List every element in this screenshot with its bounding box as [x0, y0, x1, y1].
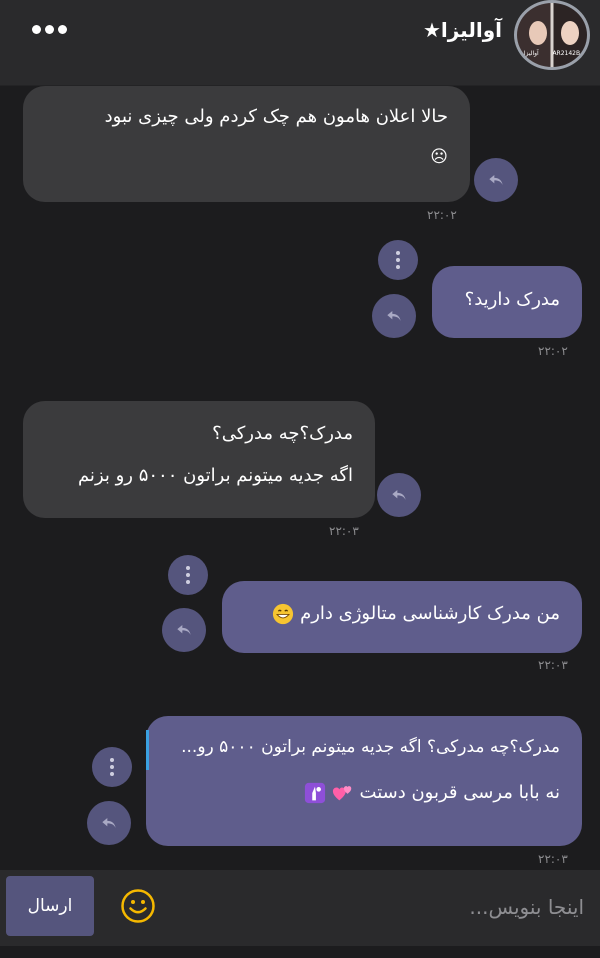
- message-outgoing-2[interactable]: مدرک دارید؟: [432, 266, 582, 338]
- avatar-face-right: [561, 21, 579, 45]
- prayer-emoji-icon: [304, 782, 326, 804]
- message-text: مدرک؟چه مدرکی؟: [212, 423, 353, 444]
- avatar-caption-left: آوالیزا: [523, 50, 539, 57]
- message-line: من مدرک کارشناسی متالوژی دارم: [244, 603, 560, 625]
- message-text: ☹: [430, 147, 448, 167]
- quote-indicator: [146, 730, 149, 770]
- message-outgoing-4[interactable]: من مدرک کارشناسی متالوژی دارم: [222, 581, 582, 653]
- grin-emoji-icon: [273, 603, 294, 625]
- hearts-emoji-icon: [332, 786, 352, 801]
- message-composer: ارسال: [0, 870, 600, 946]
- message-outgoing-5[interactable]: مدرک؟چه مدرکی؟ اگه جدیه میتونم براتون ۵۰…: [146, 716, 582, 846]
- more-options-icon[interactable]: [32, 22, 72, 36]
- reply-icon[interactable]: [474, 158, 518, 202]
- message-text: اگه جدیه میتونم براتون ۵۰۰۰ رو بزنم: [77, 465, 353, 486]
- message-time: ۲۲:۰۳: [538, 852, 568, 866]
- message-text: مدرک دارید؟: [464, 289, 560, 310]
- message-line: نه بابا مرسی قربون دستت: [168, 782, 560, 804]
- message-input[interactable]: [170, 884, 590, 930]
- quoted-message-text[interactable]: مدرک؟چه مدرکی؟ اگه جدیه میتونم براتون ۵۰…: [168, 736, 560, 758]
- message-time: ۲۲:۰۲: [538, 344, 568, 358]
- message-text: حالا اعلان هامون هم چک کردم ولی چیزی نبو…: [104, 106, 448, 127]
- send-button[interactable]: ارسال: [6, 876, 94, 936]
- message-incoming-3[interactable]: مدرک؟چه مدرکی؟ اگه جدیه میتونم براتون ۵۰…: [23, 401, 375, 518]
- message-text: من مدرک کارشناسی متالوژی دارم: [300, 603, 560, 624]
- reply-icon[interactable]: [162, 608, 206, 652]
- avatar[interactable]: آوالیزا AR2142B: [514, 0, 590, 70]
- message-time: ۲۲:۰۳: [329, 524, 359, 538]
- avatar-face-left: [529, 21, 547, 45]
- message-text: نه بابا مرسی قربون دستت: [359, 782, 560, 803]
- message-menu-icon[interactable]: [378, 240, 418, 280]
- reply-icon[interactable]: [372, 294, 416, 338]
- chat-header: آوالیزا★ آوالیزا AR2142B: [0, 0, 600, 86]
- avatar-caption: آوالیزا AR2142B: [517, 50, 587, 57]
- reply-icon[interactable]: [87, 801, 131, 845]
- smiley-emoji-icon[interactable]: [120, 888, 156, 924]
- message-menu-icon[interactable]: [92, 747, 132, 787]
- message-menu-icon[interactable]: [168, 555, 208, 595]
- message-incoming-1[interactable]: حالا اعلان هامون هم چک کردم ولی چیزی نبو…: [23, 86, 470, 202]
- chat-title[interactable]: آوالیزا★: [423, 18, 502, 42]
- reply-icon[interactable]: [377, 473, 421, 517]
- bottom-strip: [0, 946, 600, 958]
- message-time: ۲۲:۰۲: [427, 208, 457, 222]
- message-time: ۲۲:۰۳: [538, 658, 568, 672]
- avatar-caption-right: AR2142B: [552, 50, 581, 57]
